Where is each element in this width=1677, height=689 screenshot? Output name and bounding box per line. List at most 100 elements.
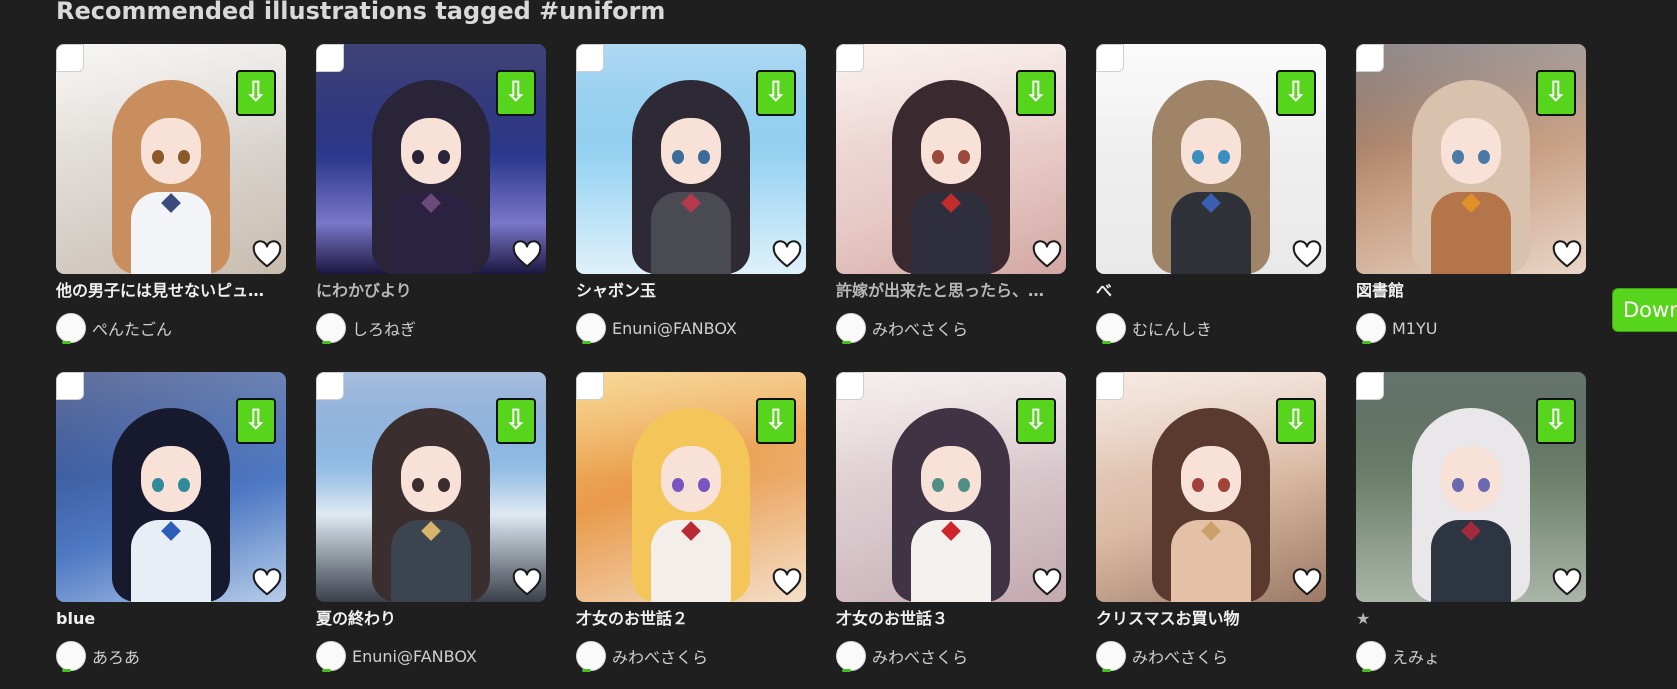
illustration-thumbnail[interactable]: ⇩ [576, 44, 806, 274]
heart-icon[interactable] [1552, 568, 1582, 598]
avatar[interactable] [1356, 641, 1386, 672]
avatar[interactable] [1096, 641, 1126, 672]
illustration-card[interactable]: ⇩ シャボン玉 Enuni@FANBOX [576, 44, 806, 362]
heart-icon[interactable] [1552, 240, 1582, 270]
illustration-thumbnail[interactable]: ⇩ [836, 372, 1066, 602]
arrow-down-icon[interactable]: ⇩ [1536, 70, 1576, 116]
select-checkbox[interactable] [1096, 44, 1124, 72]
avatar[interactable] [1096, 313, 1126, 344]
illustration-thumbnail[interactable]: ⇩ [316, 372, 546, 602]
author-row[interactable]: みわべさくら [836, 640, 1066, 672]
arrow-down-icon[interactable]: ⇩ [496, 398, 536, 444]
author-name[interactable]: M1YU [1392, 319, 1437, 338]
select-checkbox[interactable] [836, 44, 864, 72]
select-checkbox[interactable] [576, 372, 604, 400]
illustration-title[interactable]: blue [56, 608, 286, 630]
illustration-thumbnail[interactable]: ⇩ [576, 372, 806, 602]
illustration-card[interactable]: ⇩ 他の男子には見せないピュ… ぺんたごん [56, 44, 286, 362]
illustration-thumbnail[interactable]: ⇩ [56, 372, 286, 602]
illustration-title[interactable]: 才女のお世話３ [836, 608, 1066, 630]
illustration-card[interactable]: ⇩ 夏の終わり Enuni@FANBOX [316, 372, 546, 689]
illustration-card[interactable]: ⇩ にわかびより しろねぎ [316, 44, 546, 362]
illustration-title[interactable]: 許嫁が出来たと思ったら、… [836, 280, 1066, 302]
illustration-card[interactable]: ⇩ 許嫁が出来たと思ったら、… みわべさくら [836, 44, 1066, 362]
illustration-title[interactable]: 才女のお世話２ [576, 608, 806, 630]
illustration-title[interactable]: ★ [1356, 608, 1586, 630]
heart-icon[interactable] [1292, 568, 1322, 598]
illustration-card[interactable]: ⇩ 図書館 M1YU [1356, 44, 1586, 362]
avatar[interactable] [836, 313, 866, 344]
select-checkbox[interactable] [576, 44, 604, 72]
illustration-thumbnail[interactable]: ⇩ [836, 44, 1066, 274]
illustration-card[interactable]: ⇩ 才女のお世話２ みわべさくら [576, 372, 806, 689]
heart-icon[interactable] [772, 240, 802, 270]
heart-icon[interactable] [252, 240, 282, 270]
select-checkbox[interactable] [1356, 372, 1384, 400]
select-checkbox[interactable] [1356, 44, 1384, 72]
illustration-thumbnail[interactable]: ⇩ [56, 44, 286, 274]
heart-icon[interactable] [252, 568, 282, 598]
illustration-title[interactable]: シャボン玉 [576, 280, 806, 302]
select-checkbox[interactable] [316, 44, 344, 72]
author-name[interactable]: ぺんたごん [92, 316, 172, 340]
author-row[interactable]: えみょ [1356, 640, 1586, 672]
avatar[interactable] [56, 313, 86, 344]
heart-icon[interactable] [512, 568, 542, 598]
arrow-down-icon[interactable]: ⇩ [236, 398, 276, 444]
author-name[interactable]: えみょ [1392, 644, 1440, 668]
illustration-title[interactable]: 図書館 [1356, 280, 1586, 302]
arrow-down-icon[interactable]: ⇩ [756, 398, 796, 444]
author-row[interactable]: むにんしき [1096, 312, 1326, 344]
illustration-thumbnail[interactable]: ⇩ [1356, 44, 1586, 274]
heart-icon[interactable] [772, 568, 802, 598]
illustration-title[interactable]: べ [1096, 280, 1326, 302]
arrow-down-icon[interactable]: ⇩ [1276, 398, 1316, 444]
author-name[interactable]: あろあ [92, 644, 140, 668]
arrow-down-icon[interactable]: ⇩ [1276, 70, 1316, 116]
avatar[interactable] [576, 313, 606, 344]
heart-icon[interactable] [1032, 240, 1062, 270]
bulk-download-button[interactable]: Down [1612, 288, 1677, 332]
author-row[interactable]: みわべさくら [836, 312, 1066, 344]
arrow-down-icon[interactable]: ⇩ [756, 70, 796, 116]
select-checkbox[interactable] [56, 44, 84, 72]
author-row[interactable]: みわべさくら [576, 640, 806, 672]
illustration-title[interactable]: クリスマスお買い物 [1096, 608, 1326, 630]
illustration-card[interactable]: ⇩ ★ えみょ [1356, 372, 1586, 689]
avatar[interactable] [316, 641, 346, 672]
illustration-card[interactable]: ⇩ クリスマスお買い物 みわべさくら [1096, 372, 1326, 689]
avatar[interactable] [836, 641, 866, 672]
author-name[interactable]: しろねぎ [352, 316, 416, 340]
author-name[interactable]: みわべさくら [1132, 644, 1228, 668]
author-row[interactable]: M1YU [1356, 312, 1586, 344]
author-name[interactable]: むにんしき [1132, 316, 1212, 340]
author-name[interactable]: みわべさくら [612, 644, 708, 668]
select-checkbox[interactable] [1096, 372, 1124, 400]
select-checkbox[interactable] [836, 372, 864, 400]
arrow-down-icon[interactable]: ⇩ [496, 70, 536, 116]
author-row[interactable]: あろあ [56, 640, 286, 672]
illustration-thumbnail[interactable]: ⇩ [316, 44, 546, 274]
author-name[interactable]: Enuni@FANBOX [612, 319, 737, 338]
illustration-card[interactable]: ⇩ べ むにんしき [1096, 44, 1326, 362]
illustration-thumbnail[interactable]: ⇩ [1096, 372, 1326, 602]
author-row[interactable]: Enuni@FANBOX [576, 312, 806, 344]
illustration-title[interactable]: 他の男子には見せないピュ… [56, 280, 286, 302]
avatar[interactable] [576, 641, 606, 672]
author-row[interactable]: Enuni@FANBOX [316, 640, 546, 672]
author-row[interactable]: しろねぎ [316, 312, 546, 344]
avatar[interactable] [316, 313, 346, 344]
heart-icon[interactable] [1292, 240, 1322, 270]
author-name[interactable]: みわべさくら [872, 644, 968, 668]
arrow-down-icon[interactable]: ⇩ [236, 70, 276, 116]
arrow-down-icon[interactable]: ⇩ [1016, 70, 1056, 116]
select-checkbox[interactable] [316, 372, 344, 400]
avatar[interactable] [56, 641, 86, 672]
arrow-down-icon[interactable]: ⇩ [1536, 398, 1576, 444]
heart-icon[interactable] [512, 240, 542, 270]
illustration-card[interactable]: ⇩ 才女のお世話３ みわべさくら [836, 372, 1066, 689]
illustration-card[interactable]: ⇩ blue あろあ [56, 372, 286, 689]
illustration-thumbnail[interactable]: ⇩ [1096, 44, 1326, 274]
illustration-thumbnail[interactable]: ⇩ [1356, 372, 1586, 602]
author-row[interactable]: みわべさくら [1096, 640, 1326, 672]
